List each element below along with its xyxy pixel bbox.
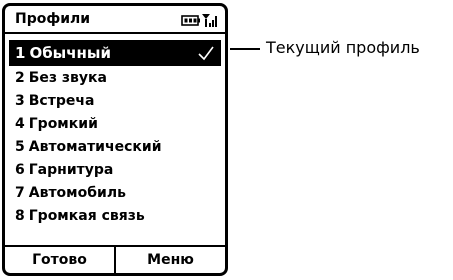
list-item-profile-car[interactable]: 7 Автомобиль — [5, 182, 225, 205]
item-label: Без звука — [28, 70, 107, 86]
list-item-profile-normal[interactable]: 1 Обычный — [9, 40, 221, 66]
screen-title: Профили — [15, 11, 91, 27]
item-label: Автомобиль — [28, 185, 126, 201]
list-item-profile-meeting[interactable]: 3 Встреча — [5, 90, 225, 113]
battery-icon — [181, 15, 200, 26]
item-number: 2 — [15, 70, 25, 86]
item-number: 4 — [15, 116, 25, 132]
signal-icon — [202, 14, 217, 27]
softkey-bar: Готово Меню — [5, 245, 225, 273]
list-item-profile-speakerphone[interactable]: 8 Громкая связь — [5, 205, 225, 228]
item-number: 3 — [15, 93, 25, 109]
list-item-profile-loud[interactable]: 4 Громкий — [5, 113, 225, 136]
item-label: Громкая связь — [28, 208, 145, 224]
list-item-profile-automatic[interactable]: 5 Автоматический — [5, 136, 225, 159]
item-label: Гарнитура — [28, 162, 114, 178]
callout-line — [230, 48, 260, 50]
item-number: 5 — [15, 139, 25, 155]
item-number: 1 — [15, 44, 26, 62]
status-icons — [181, 12, 217, 28]
list-item-profile-headset[interactable]: 6 Гарнитура — [5, 159, 225, 182]
item-number: 6 — [15, 162, 25, 178]
menu-softkey[interactable]: Меню — [114, 247, 225, 273]
list-item-profile-silent[interactable]: 2 Без звука — [5, 67, 225, 90]
item-label: Автоматический — [28, 139, 162, 155]
item-label: Обычный — [29, 44, 111, 62]
callout-label: Текущий профиль — [266, 38, 420, 57]
phone-screen: Профили 1 Обычный 2 Без звука 3 Встреча … — [2, 3, 228, 276]
item-label: Громкий — [28, 116, 98, 132]
checkmark-icon — [198, 46, 214, 61]
item-label: Встреча — [28, 93, 95, 109]
item-number: 8 — [15, 208, 25, 224]
item-number: 7 — [15, 185, 25, 201]
status-bar: Профили — [5, 6, 225, 34]
profile-list: 1 Обычный 2 Без звука 3 Встреча 4 Громкий 5А… — [5, 36, 225, 228]
done-softkey[interactable]: Готово — [5, 247, 114, 273]
